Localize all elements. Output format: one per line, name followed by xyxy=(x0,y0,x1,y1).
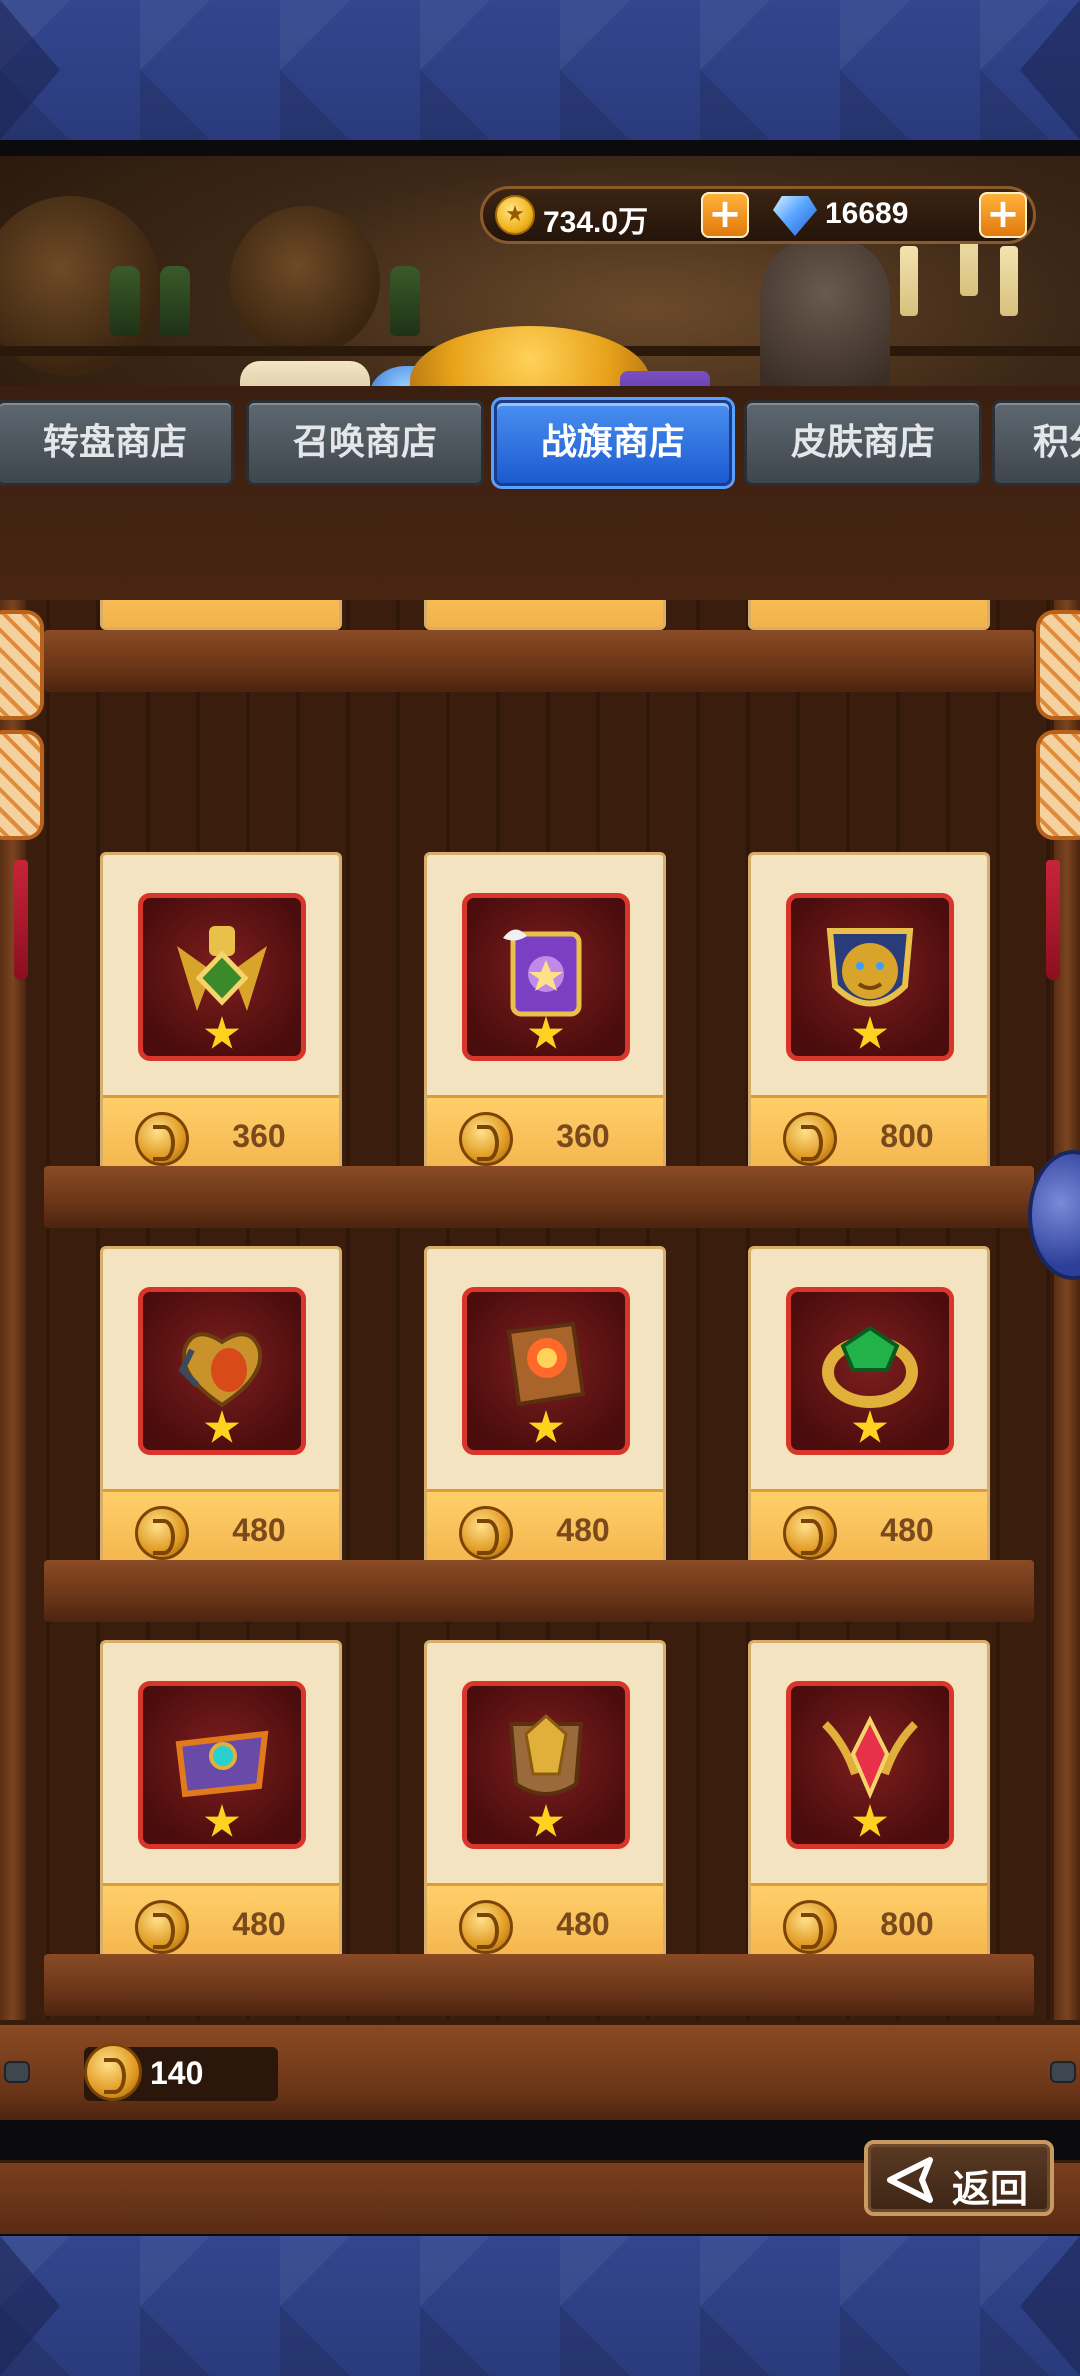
item-card-golden-wing-medal[interactable]: 360 xyxy=(100,852,342,1182)
bottle-decoration xyxy=(110,266,140,336)
tab-banner-shop[interactable]: 战旗商店 xyxy=(494,400,732,486)
candle-decoration xyxy=(1000,246,1018,316)
banner-token-icon xyxy=(84,2043,142,2101)
gold-coin-icon: ★ xyxy=(495,195,535,235)
item-card[interactable] xyxy=(748,600,990,630)
tab-points-shop[interactable]: 积分 xyxy=(992,400,1080,486)
barrel-decoration xyxy=(230,206,380,356)
heart-icon xyxy=(178,1332,263,1408)
tassel-decoration xyxy=(14,860,28,980)
ring-icon xyxy=(822,1325,918,1408)
banner-token-icon xyxy=(783,1900,837,1954)
bottle-decoration xyxy=(160,266,190,336)
banner-token-icon xyxy=(135,1112,189,1166)
item-card-fire-tome[interactable]: 480 xyxy=(424,1246,666,1576)
chevron-decoration xyxy=(0,2236,60,2376)
item-price: 800 xyxy=(880,1118,934,1154)
bolt-decoration xyxy=(4,2061,30,2083)
banner-token-icon xyxy=(135,1900,189,1954)
item-price: 360 xyxy=(556,1118,610,1154)
item-icon-frame xyxy=(462,893,630,1061)
item-icon-frame xyxy=(462,1681,630,1849)
diamond-amount: 16689 xyxy=(825,197,909,230)
diamond-icon xyxy=(773,196,817,236)
item-icon-frame xyxy=(138,1681,306,1849)
back-label: 返回 xyxy=(952,2167,1029,2211)
banner-token-icon xyxy=(135,1506,189,1560)
back-arrow-icon xyxy=(887,2157,933,2203)
banner-token-icon xyxy=(783,1506,837,1560)
item-card-lion-shield[interactable]: 800 xyxy=(748,852,990,1182)
item-price: 360 xyxy=(232,1118,286,1154)
book-icon xyxy=(503,929,582,1017)
medal-icon xyxy=(177,926,267,1011)
banner-token-icon xyxy=(459,1506,513,1560)
chevron-decoration xyxy=(1020,0,1080,140)
item-icon-frame xyxy=(786,893,954,1061)
item-price: 480 xyxy=(556,1906,610,1942)
bottom-pattern-band xyxy=(0,2236,1080,2376)
item-card-purple-spellbook[interactable]: 360 xyxy=(424,852,666,1182)
tome-icon xyxy=(506,1321,586,1407)
chevron-decoration xyxy=(0,0,60,140)
item-card-ruby-antler-emblem[interactable]: 800 xyxy=(748,1640,990,1970)
back-button[interactable]: 返回 xyxy=(864,2140,1054,2216)
item-icon-frame xyxy=(138,893,306,1061)
crest-icon xyxy=(508,1713,584,1796)
candle-decoration xyxy=(900,246,918,316)
item-shelf-area: 360 360 800 480 480 480 480 480 800 xyxy=(0,600,1080,2020)
banner-token-icon xyxy=(783,1112,837,1166)
item-price: 800 xyxy=(880,1906,934,1942)
banner-token-icon xyxy=(459,1900,513,1954)
top-pattern-band xyxy=(0,0,1080,140)
item-icon-frame xyxy=(462,1287,630,1455)
chest-icon xyxy=(175,1730,269,1798)
item-price: 480 xyxy=(880,1512,934,1548)
add-gold-button[interactable]: + xyxy=(701,192,749,238)
currency-bar: ★ 734.0万 + 16689 + xyxy=(480,186,1036,244)
tab-skin-shop[interactable]: 皮肤商店 xyxy=(744,400,982,486)
item-card[interactable] xyxy=(424,600,666,630)
item-icon-frame xyxy=(786,1681,954,1849)
lantern-decoration xyxy=(0,730,44,840)
item-card[interactable] xyxy=(100,600,342,630)
lion-shield-icon xyxy=(826,928,914,1007)
balance-bar: 140 xyxy=(0,2020,1080,2120)
gold-amount: 734.0万 xyxy=(543,206,649,239)
tab-summon-shop[interactable]: 召唤商店 xyxy=(246,400,484,486)
shelf-board xyxy=(44,1954,1034,2016)
chevron-decoration xyxy=(1020,2236,1080,2376)
lantern-decoration xyxy=(1036,610,1080,720)
item-price: 480 xyxy=(232,1906,286,1942)
shelf-board xyxy=(44,1166,1034,1228)
item-icon-frame xyxy=(786,1287,954,1455)
token-balance: 140 xyxy=(150,2055,204,2091)
add-diamond-button[interactable]: + xyxy=(979,192,1027,238)
bottle-decoration xyxy=(390,266,420,336)
shop-tabs-bar: 转盘商店 召唤商店 战旗商店 皮肤商店 积分 xyxy=(0,386,1080,741)
item-price: 480 xyxy=(232,1512,286,1548)
tassel-decoration xyxy=(1046,860,1060,980)
game-frame: ★ 734.0万 + 16689 + 转盘商店 召唤商店 战旗商店 皮肤商店 积… xyxy=(0,140,1080,2236)
item-card-mechanical-heart[interactable]: 480 xyxy=(100,1246,342,1576)
item-card-emerald-ring[interactable]: 480 xyxy=(748,1246,990,1576)
emblem-icon xyxy=(822,1715,918,1800)
item-card-golden-gauntlet-crest[interactable]: 480 xyxy=(424,1640,666,1970)
shelf-board xyxy=(44,1560,1034,1622)
item-price: 480 xyxy=(556,1512,610,1548)
lantern-decoration xyxy=(1036,730,1080,840)
lantern-decoration xyxy=(0,610,44,720)
tab-wheel-shop[interactable]: 转盘商店 xyxy=(0,400,234,486)
shelf-board xyxy=(44,630,1034,692)
bolt-decoration xyxy=(1050,2061,1076,2083)
item-card-jeweled-chest[interactable]: 480 xyxy=(100,1640,342,1970)
item-icon-frame xyxy=(138,1287,306,1455)
banner-token-icon xyxy=(459,1112,513,1166)
